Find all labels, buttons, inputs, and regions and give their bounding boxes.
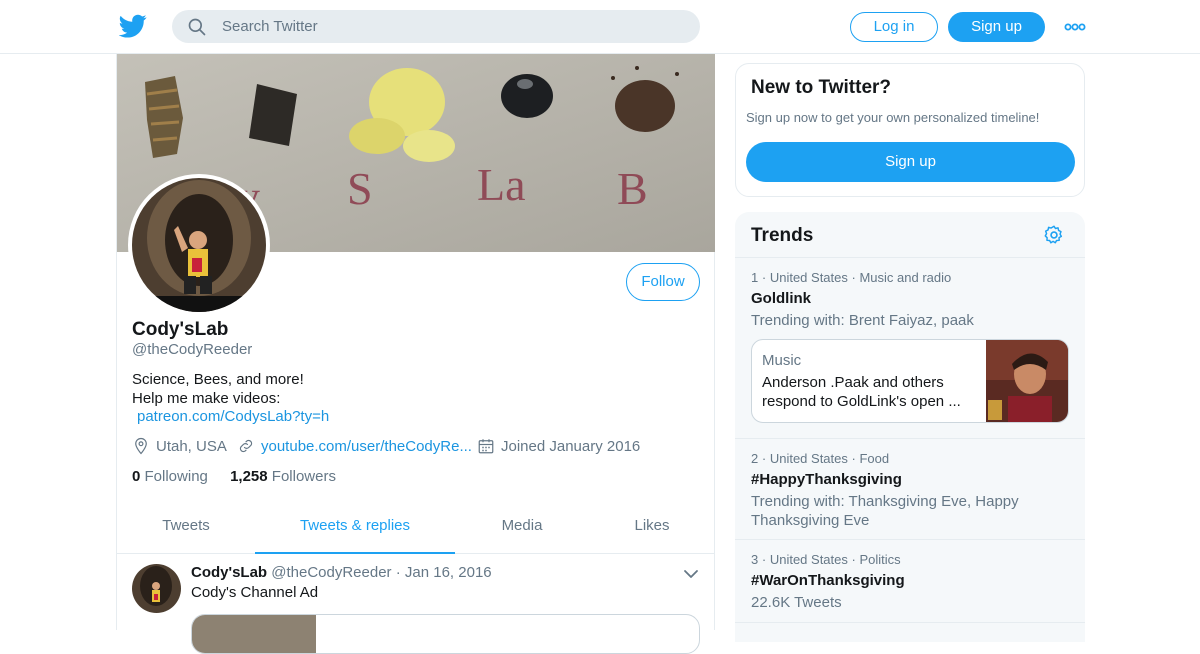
- joined-text: Joined January 2016: [501, 437, 641, 455]
- link-icon: [239, 439, 253, 453]
- svg-text:La: La: [477, 159, 526, 210]
- website-link[interactable]: youtube.com/user/theCodyRe...: [261, 438, 472, 455]
- tweet-item[interactable]: Cody'sLab @theCodyReeder · Jan 16, 2016 …: [117, 554, 715, 654]
- bio-link[interactable]: patreon.com/CodysLab?ty=h: [137, 408, 329, 425]
- following-count: 0: [132, 468, 141, 485]
- tweet-media-card[interactable]: [191, 614, 700, 654]
- tab-media[interactable]: Media: [455, 504, 589, 554]
- twitter-bird-icon[interactable]: [119, 12, 147, 40]
- module-subtitle: Sign up now to get your own personalized…: [746, 110, 1040, 125]
- trend-meta: 1 · United States · Music and radio: [751, 270, 952, 285]
- website-meta: youtube.com/user/theCodyRe...: [237, 437, 472, 455]
- new-to-twitter-module: New to Twitter? Sign up now to get your …: [735, 63, 1085, 197]
- trend-item[interactable]: 3 · United States · Politics #WarOnThank…: [751, 552, 1071, 612]
- trend-subtext: 22.6K Tweets: [751, 594, 842, 611]
- trend-name: Goldlink: [751, 290, 811, 307]
- profile-avatar[interactable]: [128, 174, 270, 316]
- top-navigation-bar: Log in Sign up: [0, 0, 1200, 54]
- trend-subtext: Trending with: Brent Faiyaz, paak: [751, 312, 974, 329]
- chevron-down-icon[interactable]: [683, 566, 699, 582]
- followers-stat[interactable]: 1,258 Followers: [230, 468, 336, 485]
- signup-button[interactable]: Sign up: [948, 12, 1045, 42]
- tab-tweets[interactable]: Tweets: [117, 504, 255, 554]
- profile-handle[interactable]: @theCodyReeder: [132, 341, 252, 358]
- followers-count: 1,258: [230, 468, 268, 485]
- profile-stats: 0 Following 1,258 Followers: [132, 468, 336, 485]
- followers-label: Followers: [271, 468, 336, 485]
- divider: [735, 622, 1085, 623]
- more-dots-icon[interactable]: [1064, 18, 1086, 36]
- trend-news-card[interactable]: Music Anderson .Paak and others respond …: [751, 339, 1069, 423]
- trend-subtext: Trending with: Thanksgiving Eve, Happy T…: [751, 493, 1019, 529]
- news-card-headline: Anderson .Paak and others respond to Gol…: [762, 374, 961, 410]
- login-button[interactable]: Log in: [850, 12, 938, 42]
- divider: [735, 539, 1085, 540]
- following-stat[interactable]: 0 Following: [132, 468, 208, 485]
- divider: [735, 257, 1085, 258]
- following-label: Following: [144, 468, 208, 485]
- trends-title: Trends: [751, 225, 814, 246]
- tweet-author[interactable]: Cody'sLab: [191, 564, 267, 581]
- search-bar[interactable]: [172, 10, 700, 43]
- location-pin-icon: [135, 437, 147, 455]
- bio-line: Help me make videos:: [132, 390, 281, 407]
- tab-likes[interactable]: Likes: [589, 504, 715, 554]
- module-title: New to Twitter?: [751, 77, 892, 98]
- search-icon: [188, 18, 206, 36]
- tweet-avatar[interactable]: [132, 564, 181, 613]
- profile-tabs: Tweets Tweets & replies Media Likes: [117, 504, 715, 554]
- profile-name: Cody'sLab: [132, 319, 229, 340]
- avatar-image: [132, 178, 266, 312]
- calendar-icon: [478, 439, 494, 454]
- svg-text:B: B: [617, 163, 648, 214]
- trend-meta: 2 · United States · Food: [751, 451, 890, 466]
- news-card-thumbnail: [986, 340, 1068, 422]
- trend-name: #WarOnThanksgiving: [751, 572, 905, 589]
- bio-line: Science, Bees, and more!: [132, 371, 304, 388]
- location-text: Utah, USA: [156, 437, 227, 455]
- joined-meta: Joined January 2016: [477, 437, 640, 455]
- profile-column: y S La B Follow Cody'sLab @theCodyReeder…: [116, 54, 715, 654]
- search-input[interactable]: [222, 10, 682, 43]
- trends-module: Trends 1 · United States · Music and rad…: [735, 212, 1085, 642]
- news-card-category: Music: [762, 352, 802, 369]
- location-meta: Utah, USA: [132, 437, 227, 455]
- trend-item[interactable]: 2 · United States · Food #HappyThanksgiv…: [751, 451, 1071, 530]
- tweet-text: Cody's Channel Ad: [191, 584, 319, 601]
- trend-meta: 3 · United States · Politics: [751, 552, 901, 567]
- gear-icon[interactable]: [1043, 224, 1065, 246]
- tweet-header: Cody'sLab @theCodyReeder · Jan 16, 2016: [191, 564, 492, 581]
- trend-name: #HappyThanksgiving: [751, 471, 902, 488]
- svg-text:S: S: [347, 163, 373, 214]
- tab-tweets-and-replies[interactable]: Tweets & replies: [255, 504, 455, 554]
- follow-button[interactable]: Follow: [626, 263, 700, 301]
- trend-item[interactable]: 1 · United States · Music and radio Gold…: [751, 270, 1071, 330]
- tweet-handle[interactable]: @theCodyReeder: [271, 564, 391, 581]
- tweet-date[interactable]: Jan 16, 2016: [405, 564, 492, 581]
- tweet-media-thumbnail: [192, 615, 316, 653]
- signup-big-button[interactable]: Sign up: [746, 142, 1075, 182]
- profile-bio: Science, Bees, and more! Help me make vi…: [132, 370, 304, 408]
- tweet-separator: ·: [395, 564, 401, 581]
- divider: [735, 438, 1085, 439]
